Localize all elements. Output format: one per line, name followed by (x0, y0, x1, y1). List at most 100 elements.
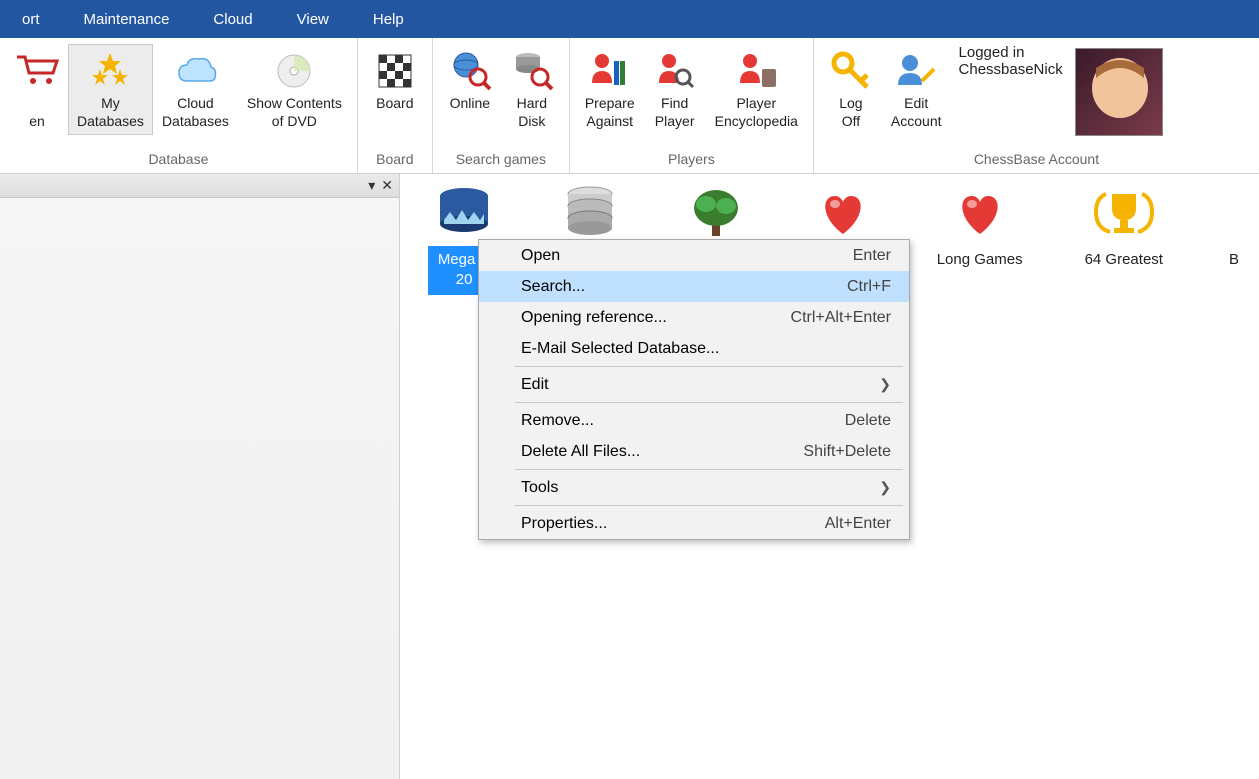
ctx-sep (515, 469, 903, 470)
ctx-sep (515, 366, 903, 367)
ctx-search-shortcut: Ctrl+F (847, 278, 891, 296)
player-encyclopedia-label: Player Encyclopedia (715, 95, 798, 130)
ctx-edit-label: Edit (521, 376, 549, 394)
key-icon (829, 49, 873, 93)
side-panel-header: ▾ ✕ (0, 174, 399, 198)
player-encyclopedia-button[interactable]: Player Encyclopedia (706, 44, 807, 135)
ctx-open-label: Open (521, 247, 560, 265)
ctx-open-shortcut: Enter (853, 247, 891, 265)
my-databases-button[interactable]: My Databases (68, 44, 153, 135)
avatar[interactable] (1075, 48, 1163, 136)
dropdown-icon[interactable]: ▾ (368, 177, 375, 194)
group-board-label: Board (358, 147, 432, 173)
show-dvd-button[interactable]: Show Contents of DVD (238, 44, 351, 135)
log-off-button[interactable]: Log Off (820, 44, 882, 135)
ctx-email[interactable]: E-Mail Selected Database... (479, 333, 909, 364)
person-books-icon (588, 49, 632, 93)
account-info: Logged in ChessbaseNick (951, 44, 1071, 78)
open-button[interactable]: en (6, 44, 68, 135)
find-player-button[interactable]: Find Player (644, 44, 706, 135)
ribbon-group-players: Prepare Against Find Player Player Encyc… (570, 38, 814, 173)
ctx-tools-label: Tools (521, 479, 558, 497)
board-button[interactable]: Board (364, 44, 426, 118)
cloud-databases-label: Cloud Databases (162, 95, 229, 130)
open-label: en (29, 95, 45, 130)
group-search-label: Search games (433, 147, 569, 173)
chevron-right-icon: ❯ (879, 479, 891, 496)
ctx-remove[interactable]: Remove... Delete (479, 405, 909, 436)
ctx-properties[interactable]: Properties... Alt+Enter (479, 508, 909, 539)
db-long-games[interactable]: Long Games (931, 182, 1029, 295)
ctx-delete-all-shortcut: Shift+Delete (803, 443, 891, 461)
db-long-games-label: Long Games (931, 246, 1029, 274)
ctx-delete-all-label: Delete All Files... (521, 443, 640, 461)
tree-icon (684, 182, 748, 238)
hdd-search-icon (510, 49, 554, 93)
online-button[interactable]: Online (439, 44, 501, 118)
ctx-search[interactable]: Search... Ctrl+F (479, 271, 909, 302)
chevron-right-icon: ❯ (879, 376, 891, 393)
heart-icon (811, 182, 875, 238)
menu-view[interactable]: View (275, 0, 351, 38)
group-database-label: Database (0, 147, 357, 173)
side-panel: ▾ ✕ (0, 174, 400, 779)
ctx-email-label: E-Mail Selected Database... (521, 340, 719, 358)
ctx-sep (515, 402, 903, 403)
heart-icon (948, 182, 1012, 238)
ctx-open[interactable]: Open Enter (479, 240, 909, 271)
board-label: Board (376, 95, 413, 113)
ctx-properties-shortcut: Alt+Enter (825, 515, 891, 533)
find-player-label: Find Player (655, 95, 695, 130)
ribbon-group-account: Log Off Edit Account Logged in Chessbase… (814, 38, 1259, 173)
menu-help[interactable]: Help (351, 0, 426, 38)
logged-in-text: Logged in (959, 44, 1063, 61)
ctx-opening-ref-shortcut: Ctrl+Alt+Enter (791, 309, 891, 327)
online-label: Online (450, 95, 490, 113)
prepare-against-label: Prepare Against (585, 95, 635, 130)
person-book-icon (734, 49, 778, 93)
db-64-greatest-label: 64 Greatest (1079, 246, 1169, 274)
username-text: ChessbaseNick (959, 61, 1063, 78)
close-icon[interactable]: ✕ (381, 177, 393, 194)
person-search-icon (653, 49, 697, 93)
ribbon-group-database: en My Databases Cloud Databases Show Con… (0, 38, 358, 173)
ctx-tools[interactable]: Tools ❯ (479, 472, 909, 503)
my-databases-label: My Databases (77, 95, 144, 130)
hard-disk-label: Hard Disk (517, 95, 547, 130)
menu-report[interactable]: ort (0, 0, 62, 38)
db-cut-icon (1202, 182, 1259, 238)
ctx-delete-all[interactable]: Delete All Files... Shift+Delete (479, 436, 909, 467)
cart-icon (15, 49, 59, 93)
ctx-opening-ref-label: Opening reference... (521, 309, 667, 327)
menu-cloud[interactable]: Cloud (191, 0, 274, 38)
edit-account-button[interactable]: Edit Account (882, 44, 951, 135)
board-icon (373, 49, 417, 93)
stars-icon (88, 49, 132, 93)
group-account-label: ChessBase Account (814, 147, 1259, 173)
hard-disk-button[interactable]: Hard Disk (501, 44, 563, 135)
ctx-opening-ref[interactable]: Opening reference... Ctrl+Alt+Enter (479, 302, 909, 333)
ribbon: en My Databases Cloud Databases Show Con… (0, 38, 1259, 174)
menubar: ort Maintenance Cloud View Help (0, 0, 1259, 38)
ctx-edit[interactable]: Edit ❯ (479, 369, 909, 400)
db-silver-icon (558, 182, 622, 238)
log-off-label: Log Off (839, 95, 862, 130)
ctx-remove-shortcut: Delete (845, 412, 891, 430)
user-edit-icon (894, 49, 938, 93)
ribbon-group-search: Online Hard Disk Search games (433, 38, 570, 173)
prepare-against-button[interactable]: Prepare Against (576, 44, 644, 135)
ctx-search-label: Search... (521, 278, 585, 296)
cloud-databases-button[interactable]: Cloud Databases (153, 44, 238, 135)
group-players-label: Players (570, 147, 813, 173)
db-cut[interactable]: B (1219, 182, 1249, 295)
dvd-icon (272, 49, 316, 93)
globe-search-icon (448, 49, 492, 93)
db-blue-icon (432, 182, 496, 238)
db-64-greatest[interactable]: 64 Greatest (1079, 182, 1169, 295)
trophy-icon (1092, 182, 1156, 238)
show-dvd-label: Show Contents of DVD (247, 95, 342, 130)
db-cut-label: B (1223, 246, 1245, 274)
cloud-icon (173, 49, 217, 93)
ctx-sep (515, 505, 903, 506)
menu-maintenance[interactable]: Maintenance (62, 0, 192, 38)
